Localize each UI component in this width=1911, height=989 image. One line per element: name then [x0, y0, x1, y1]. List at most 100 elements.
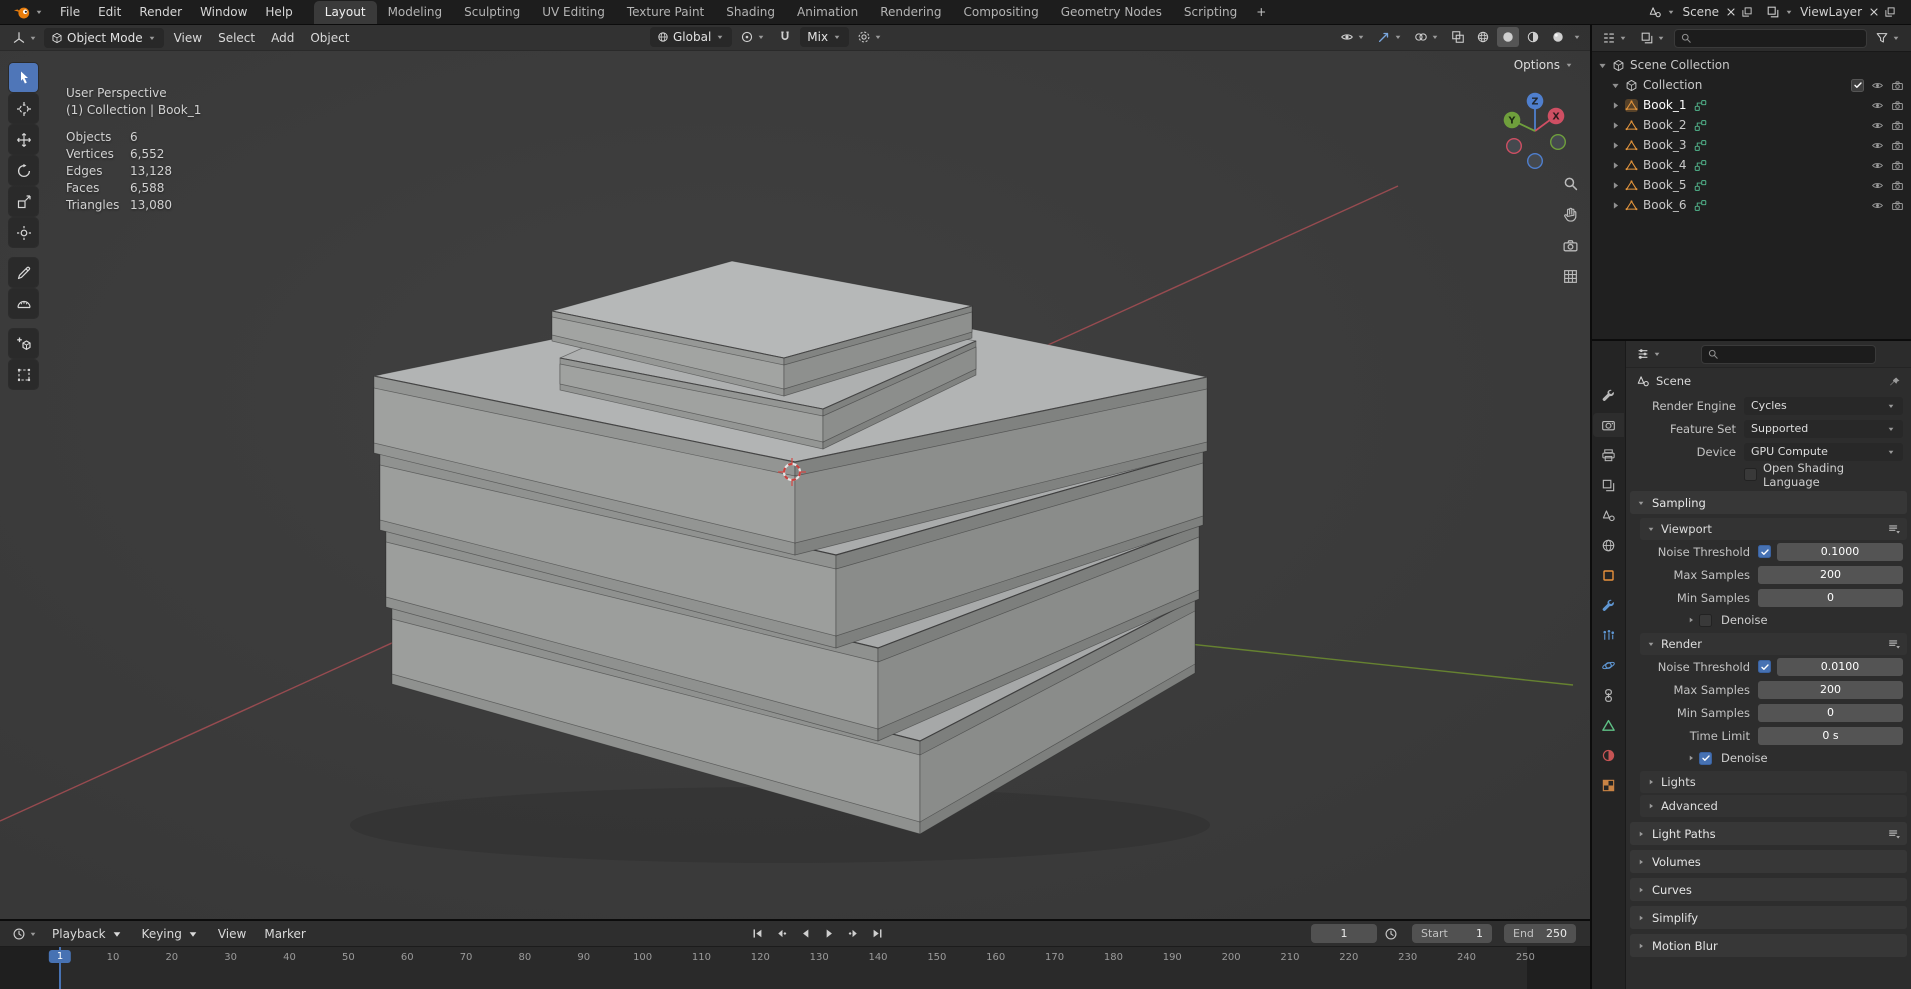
unlink-scene-icon[interactable]	[1725, 6, 1737, 18]
disable-render-icon[interactable]	[1891, 78, 1904, 92]
section-curves[interactable]: Curves	[1630, 878, 1907, 901]
shading-wireframe-button[interactable]	[1472, 27, 1494, 47]
shading-options-chevron-icon[interactable]	[1572, 32, 1582, 42]
show-gizmo-dropdown[interactable]	[1373, 27, 1407, 47]
workspace-tab-scripting[interactable]: Scripting	[1173, 1, 1248, 24]
tool-scale-cage[interactable]	[9, 360, 38, 389]
outliner-item-book-6[interactable]: Book_6	[1592, 195, 1911, 215]
shading-rendered-button[interactable]	[1547, 27, 1569, 47]
3d-viewport[interactable]: Z X Y Object Mode View Select Add Object…	[0, 25, 1590, 919]
tool-transform[interactable]	[9, 218, 38, 247]
play-reverse-button[interactable]	[794, 924, 816, 943]
menu-window[interactable]: Window	[191, 2, 256, 22]
menu-render[interactable]: Render	[130, 2, 191, 22]
render-engine-dropdown[interactable]: Cycles	[1744, 396, 1903, 415]
playback-sync-icon[interactable]	[1384, 926, 1398, 941]
pin-icon[interactable]	[1889, 374, 1901, 388]
section-light-paths[interactable]: Light Paths	[1630, 822, 1907, 845]
properties-tab-modifiers[interactable]	[1593, 593, 1624, 617]
hide-viewport-icon[interactable]	[1871, 138, 1884, 152]
disable-render-icon[interactable]	[1891, 158, 1904, 172]
subsection-render[interactable]: Render	[1640, 633, 1907, 655]
tool-add-cube[interactable]	[9, 329, 38, 358]
jump-to-end-button[interactable]	[866, 924, 888, 943]
presets-icon[interactable]	[1887, 827, 1901, 841]
viewport-menu-add[interactable]: Add	[263, 28, 302, 48]
expand-icon[interactable]	[1609, 139, 1622, 152]
mode-dropdown[interactable]: Object Mode	[44, 27, 164, 48]
object-type-visibility-dropdown[interactable]	[1336, 27, 1370, 47]
subsection-lights[interactable]: Lights	[1640, 771, 1907, 793]
outliner-display-mode-dropdown[interactable]	[1636, 28, 1670, 48]
outliner-item-book-5[interactable]: Book_5	[1592, 175, 1911, 195]
current-frame-badge[interactable]: 1	[48, 950, 72, 963]
transform-orientation-dropdown[interactable]: Global	[650, 27, 733, 47]
pivot-point-dropdown[interactable]	[736, 27, 770, 47]
outliner-item-book-1[interactable]: Book_1	[1592, 95, 1911, 115]
checkbox-noise-threshold[interactable]	[1758, 660, 1771, 673]
field-max-samples[interactable]: 200	[1758, 680, 1903, 699]
proportional-editing-dropdown[interactable]	[853, 27, 887, 47]
axis-minus-x-ball[interactable]	[1505, 137, 1522, 154]
workspace-tab-geometry-nodes[interactable]: Geometry Nodes	[1050, 1, 1173, 24]
properties-tab-render[interactable]	[1593, 413, 1624, 437]
hide-viewport-icon[interactable]	[1871, 118, 1884, 132]
expand-icon[interactable]	[1609, 179, 1622, 192]
expand-icon[interactable]	[1609, 79, 1622, 92]
timeline-menu-playback[interactable]: Playback	[44, 924, 132, 944]
workspace-tab-sculpting[interactable]: Sculpting	[453, 1, 531, 24]
properties-tab-view-layer[interactable]	[1593, 473, 1624, 497]
properties-tab-output[interactable]	[1593, 443, 1624, 467]
workspace-tab-shading[interactable]: Shading	[715, 1, 786, 24]
workspace-tab-layout[interactable]: Layout	[313, 1, 377, 24]
section-sampling[interactable]: Sampling	[1630, 491, 1907, 514]
current-frame-field[interactable]: 1	[1311, 924, 1377, 943]
outliner-editor-type-button[interactable]	[1598, 28, 1632, 48]
hide-viewport-icon[interactable]	[1871, 178, 1884, 192]
disable-render-icon[interactable]	[1891, 198, 1904, 212]
viewport-menu-object[interactable]: Object	[302, 28, 357, 48]
properties-tab-world[interactable]	[1593, 533, 1624, 557]
section-motion-blur[interactable]: Motion Blur	[1630, 934, 1907, 957]
add-workspace-button[interactable]: +	[1248, 2, 1274, 22]
tool-cursor[interactable]	[9, 94, 38, 123]
outliner-item-collection[interactable]: Collection	[1592, 75, 1911, 95]
properties-search-input[interactable]	[1700, 344, 1876, 364]
expand-icon[interactable]	[1609, 119, 1622, 132]
play-button[interactable]	[818, 924, 840, 943]
timeline-ruler[interactable]: 10 20 30 40 50 60 70 80 90 100 110 120 130 140 150 160 1…	[0, 947, 1590, 989]
expand-icon[interactable]	[1596, 59, 1609, 72]
workspace-tab-compositing[interactable]: Compositing	[952, 1, 1049, 24]
blender-app-menu[interactable]	[6, 5, 51, 20]
workspace-tab-texture-paint[interactable]: Texture Paint	[616, 1, 715, 24]
unlink-viewlayer-icon[interactable]	[1868, 6, 1880, 18]
checkbox-noise-threshold[interactable]	[1758, 545, 1771, 558]
expand-icon[interactable]	[1609, 199, 1622, 212]
axis-minus-y-ball[interactable]	[1549, 133, 1566, 150]
disable-render-icon[interactable]	[1891, 178, 1904, 192]
properties-tab-scene[interactable]	[1593, 503, 1624, 527]
next-keyframe-button[interactable]	[842, 924, 864, 943]
subsection-advanced[interactable]: Advanced	[1640, 795, 1907, 817]
outliner-search-input[interactable]	[1674, 28, 1867, 48]
workspace-tab-animation[interactable]: Animation	[786, 1, 869, 24]
scene-selector[interactable]: Scene	[1643, 3, 1758, 21]
properties-tab-material[interactable]	[1593, 743, 1624, 767]
viewport-menu-view[interactable]: View	[166, 28, 210, 48]
feature-set-dropdown[interactable]: Supported	[1744, 419, 1903, 438]
field-max-samples[interactable]: 200	[1758, 565, 1903, 584]
axis-minus-z-ball[interactable]	[1526, 152, 1543, 169]
timeline-menu-marker[interactable]: Marker	[256, 924, 313, 944]
frame-end-field[interactable]: End 250	[1504, 924, 1576, 943]
section-volumes[interactable]: Volumes	[1630, 850, 1907, 873]
new-scene-icon[interactable]	[1741, 6, 1753, 18]
shading-material-button[interactable]	[1522, 27, 1544, 47]
timeline-menu-view[interactable]: View	[210, 924, 254, 944]
workspace-tab-uv-editing[interactable]: UV Editing	[531, 1, 616, 24]
camera-view-icon[interactable]	[1562, 235, 1579, 254]
zoom-icon[interactable]	[1562, 173, 1579, 192]
outliner-item-scene-collection[interactable]: Scene Collection	[1592, 55, 1911, 75]
tool-scale[interactable]	[9, 187, 38, 216]
expand-icon[interactable]	[1609, 159, 1622, 172]
properties-tab-tool[interactable]	[1593, 383, 1624, 407]
